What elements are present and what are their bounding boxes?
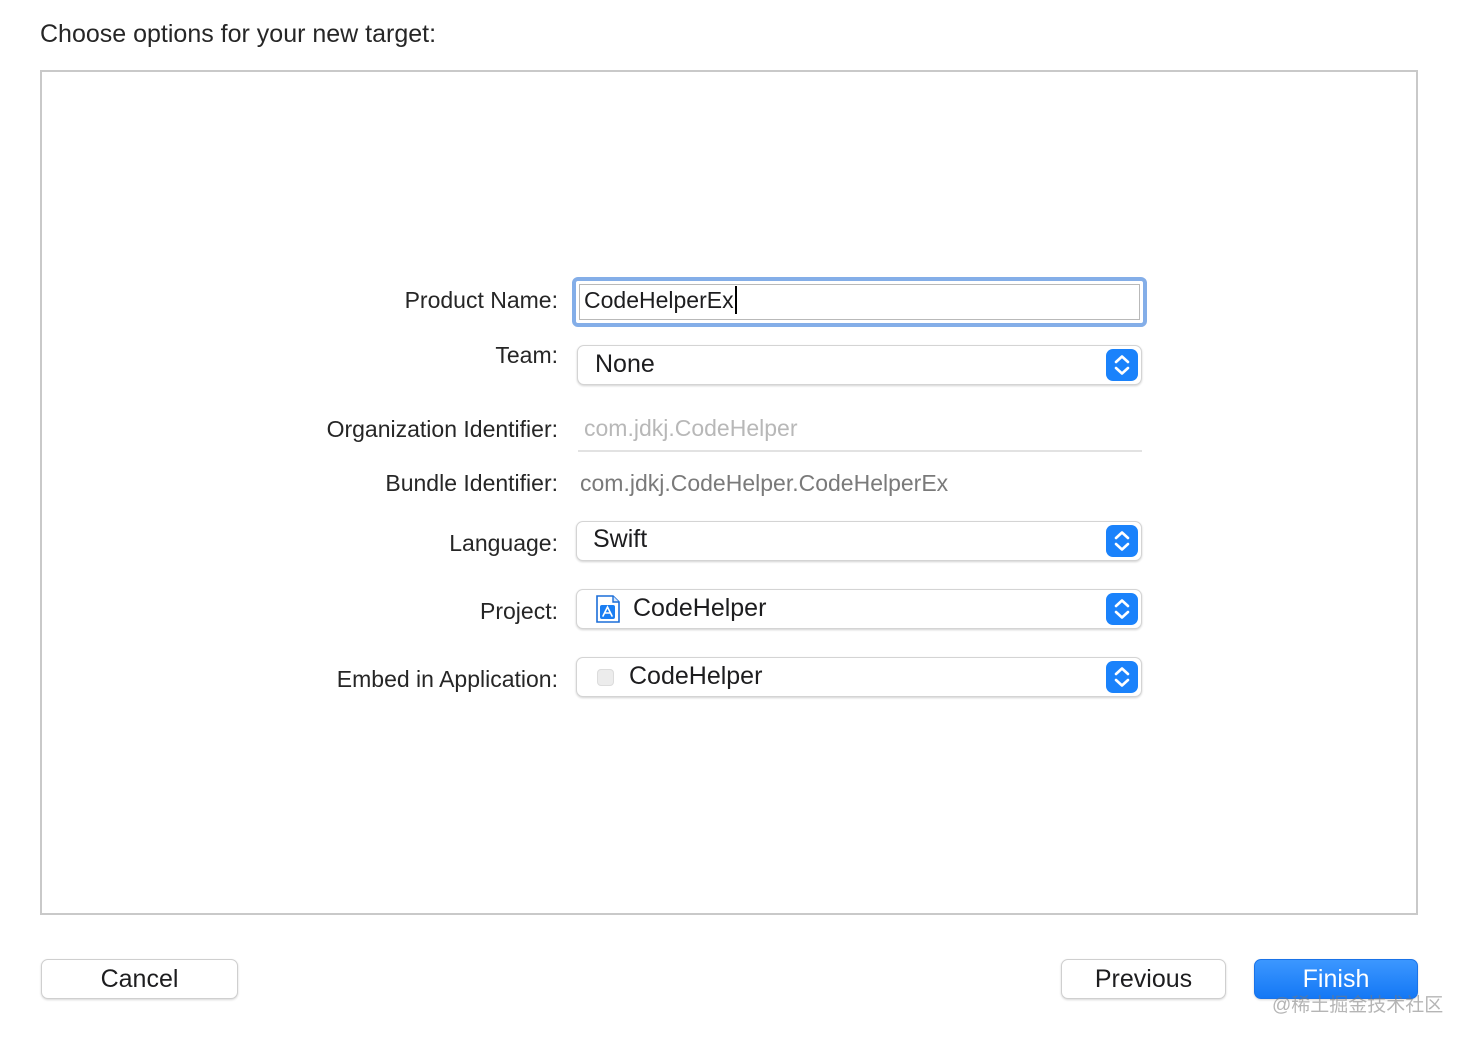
bundle-identifier-label: Bundle Identifier: (385, 470, 558, 496)
text-caret (734, 286, 737, 315)
previous-button[interactable]: Previous (1061, 959, 1226, 999)
project-value: CodeHelper (633, 594, 767, 622)
project-stepper-icon[interactable] (1106, 593, 1138, 625)
language-stepper-icon[interactable] (1106, 525, 1138, 557)
organization-identifier-placeholder: com.jdkj.CodeHelper (584, 415, 798, 441)
language-value: Swift (593, 525, 648, 553)
chevron-updown-icon (1114, 531, 1130, 551)
chevron-updown-icon (1114, 355, 1130, 375)
project-popup[interactable]: CodeHelper (576, 589, 1142, 629)
language-label: Language: (449, 530, 558, 556)
watermark: @稀土掘金技术社区 (1272, 995, 1444, 1016)
product-name-field[interactable]: CodeHelperEx (572, 277, 1147, 327)
team-popup[interactable]: None (577, 345, 1142, 385)
project-label: Project: (480, 598, 558, 624)
embed-in-application-value: CodeHelper (629, 662, 763, 690)
team-label: Team: (495, 342, 558, 368)
organization-identifier-label: Organization Identifier: (326, 416, 558, 442)
chevron-updown-icon (1114, 667, 1130, 687)
product-name-label: Product Name: (404, 287, 558, 313)
product-name-value: CodeHelperEx (584, 287, 734, 313)
organization-identifier-field[interactable]: com.jdkj.CodeHelper (578, 412, 1142, 452)
embed-in-application-label: Embed in Application: (336, 666, 558, 692)
dialog-heading: Choose options for your new target: (40, 20, 437, 48)
bundle-identifier-value: com.jdkj.CodeHelper.CodeHelperEx (580, 470, 949, 496)
new-target-dialog: Choose options for your new target: Prod… (0, 0, 1460, 1040)
team-stepper-icon[interactable] (1106, 349, 1138, 381)
product-name-value-wrap: CodeHelperEx (584, 286, 737, 315)
app-icon (597, 669, 614, 686)
embed-in-application-popup[interactable]: CodeHelper (576, 657, 1142, 697)
embed-stepper-icon[interactable] (1106, 661, 1138, 693)
team-value: None (595, 350, 655, 378)
chevron-updown-icon (1114, 599, 1130, 619)
xcode-project-icon (596, 595, 620, 623)
language-popup[interactable]: Swift (576, 521, 1142, 561)
cancel-button[interactable]: Cancel (41, 959, 238, 999)
